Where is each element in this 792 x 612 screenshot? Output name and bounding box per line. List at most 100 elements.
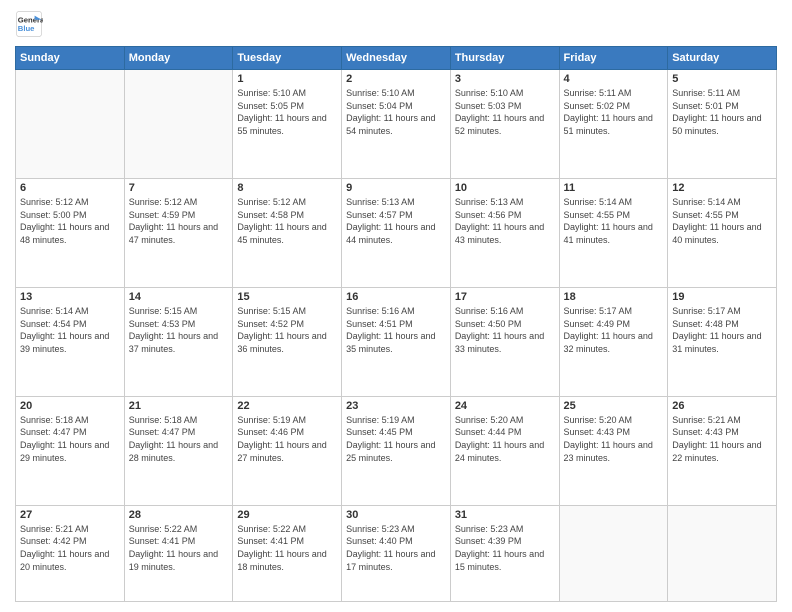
calendar-table: SundayMondayTuesdayWednesdayThursdayFrid…	[15, 46, 777, 602]
weekday-header-sunday: Sunday	[16, 47, 125, 70]
day-number: 6	[20, 182, 120, 194]
day-info: Sunrise: 5:13 AM Sunset: 4:56 PM Dayligh…	[455, 196, 555, 246]
calendar-cell: 29Sunrise: 5:22 AM Sunset: 4:41 PM Dayli…	[233, 505, 342, 601]
day-number: 23	[346, 400, 446, 412]
weekday-header-friday: Friday	[559, 47, 668, 70]
day-number: 26	[672, 400, 772, 412]
day-number: 16	[346, 291, 446, 303]
day-info: Sunrise: 5:16 AM Sunset: 4:51 PM Dayligh…	[346, 305, 446, 355]
calendar-cell: 14 Sunrise: 5:15 AM Sunset: 4:53 PM Dayli…	[124, 287, 233, 396]
day-number: 31	[455, 509, 555, 521]
day-info: Sunrise: 5:15 AM Sunset: 4:53 PM Dayligh…	[129, 305, 229, 355]
weekday-header-monday: Monday	[124, 47, 233, 70]
calendar-week-2: 6 Sunrise: 5:12 AM Sunset: 5:00 PM Daylig…	[16, 178, 777, 287]
calendar-cell: 9Sunrise: 5:13 AM Sunset: 4:57 PM Daylig…	[342, 178, 451, 287]
day-info: Sunrise: 5:16 AM Sunset: 4:50 PM Dayligh…	[455, 305, 555, 355]
header: General Blue	[15, 10, 777, 38]
calendar-cell: 15 Sunrise: 5:15 AM Sunset: 4:52 PM Dayli…	[233, 287, 342, 396]
calendar-cell: 18 Sunrise: 5:17 AM Sunset: 4:49 PM Dayli…	[559, 287, 668, 396]
day-info: Sunrise: 5:17 AM Sunset: 4:49 PM Dayligh…	[564, 305, 664, 355]
calendar-week-4: 20 Sunrise: 5:18 AM Sunset: 4:47 PM Dayli…	[16, 396, 777, 505]
day-info: Sunrise: 5:11 AM Sunset: 5:02 PM Dayligh…	[564, 87, 664, 137]
day-number: 20	[20, 400, 120, 412]
calendar-cell: 27 Sunrise: 5:21 AM Sunset: 4:42 PM Dayli…	[16, 505, 125, 601]
calendar-cell: 31 Sunrise: 5:23 AM Sunset: 4:39 PM Dayli…	[450, 505, 559, 601]
calendar-cell: 6 Sunrise: 5:12 AM Sunset: 5:00 PM Daylig…	[16, 178, 125, 287]
day-number: 29	[237, 509, 337, 521]
calendar-cell: 23 Sunrise: 5:19 AM Sunset: 4:45 PM Dayli…	[342, 396, 451, 505]
day-number: 13	[20, 291, 120, 303]
day-info: Sunrise: 5:11 AM Sunset: 5:01 PM Dayligh…	[672, 87, 772, 137]
calendar-week-5: 27 Sunrise: 5:21 AM Sunset: 4:42 PM Dayli…	[16, 505, 777, 601]
day-number: 27	[20, 509, 120, 521]
calendar-cell: 26 Sunrise: 5:21 AM Sunset: 4:43 PM Dayli…	[668, 396, 777, 505]
day-info: Sunrise: 5:20 AM Sunset: 4:43 PM Dayligh…	[564, 414, 664, 464]
logo-icon: General Blue	[15, 10, 43, 38]
calendar-cell: 5 Sunrise: 5:11 AM Sunset: 5:01 PM Daylig…	[668, 70, 777, 179]
calendar-cell: 4Sunrise: 5:11 AM Sunset: 5:02 PM Daylig…	[559, 70, 668, 179]
day-info: Sunrise: 5:15 AM Sunset: 4:52 PM Dayligh…	[237, 305, 337, 355]
day-info: Sunrise: 5:18 AM Sunset: 4:47 PM Dayligh…	[129, 414, 229, 464]
day-number: 12	[672, 182, 772, 194]
day-number: 19	[672, 291, 772, 303]
day-info: Sunrise: 5:21 AM Sunset: 4:42 PM Dayligh…	[20, 523, 120, 573]
day-info: Sunrise: 5:13 AM Sunset: 4:57 PM Dayligh…	[346, 196, 446, 246]
calendar-cell: 19 Sunrise: 5:17 AM Sunset: 4:48 PM Dayli…	[668, 287, 777, 396]
day-number: 8	[237, 182, 337, 194]
day-number: 30	[346, 509, 446, 521]
calendar-cell: 21Sunrise: 5:18 AM Sunset: 4:47 PM Dayli…	[124, 396, 233, 505]
day-info: Sunrise: 5:12 AM Sunset: 5:00 PM Dayligh…	[20, 196, 120, 246]
calendar-cell: 30 Sunrise: 5:23 AM Sunset: 4:40 PM Dayli…	[342, 505, 451, 601]
day-number: 18	[564, 291, 664, 303]
day-info: Sunrise: 5:12 AM Sunset: 4:59 PM Dayligh…	[129, 196, 229, 246]
logo: General Blue	[15, 10, 43, 38]
weekday-header-thursday: Thursday	[450, 47, 559, 70]
page: General Blue SundayMondayTuesdayWednesda…	[0, 0, 792, 612]
svg-text:General: General	[18, 16, 43, 25]
weekday-header-row: SundayMondayTuesdayWednesdayThursdayFrid…	[16, 47, 777, 70]
day-number: 24	[455, 400, 555, 412]
calendar-cell: 8 Sunrise: 5:12 AM Sunset: 4:58 PM Daylig…	[233, 178, 342, 287]
calendar-cell: 11Sunrise: 5:14 AM Sunset: 4:55 PM Dayli…	[559, 178, 668, 287]
calendar-cell: 10 Sunrise: 5:13 AM Sunset: 4:56 PM Dayli…	[450, 178, 559, 287]
day-info: Sunrise: 5:12 AM Sunset: 4:58 PM Dayligh…	[237, 196, 337, 246]
day-info: Sunrise: 5:22 AM Sunset: 4:41 PM Dayligh…	[129, 523, 229, 573]
calendar-cell: 25Sunrise: 5:20 AM Sunset: 4:43 PM Dayli…	[559, 396, 668, 505]
calendar-week-1: 1Sunrise: 5:10 AM Sunset: 5:05 PM Daylig…	[16, 70, 777, 179]
day-number: 5	[672, 73, 772, 85]
day-number: 2	[346, 73, 446, 85]
weekday-header-tuesday: Tuesday	[233, 47, 342, 70]
day-info: Sunrise: 5:14 AM Sunset: 4:55 PM Dayligh…	[672, 196, 772, 246]
calendar-cell: 12 Sunrise: 5:14 AM Sunset: 4:55 PM Dayli…	[668, 178, 777, 287]
day-number: 15	[237, 291, 337, 303]
day-number: 22	[237, 400, 337, 412]
day-info: Sunrise: 5:21 AM Sunset: 4:43 PM Dayligh…	[672, 414, 772, 464]
calendar-cell: 3Sunrise: 5:10 AM Sunset: 5:03 PM Daylig…	[450, 70, 559, 179]
day-info: Sunrise: 5:18 AM Sunset: 4:47 PM Dayligh…	[20, 414, 120, 464]
day-info: Sunrise: 5:14 AM Sunset: 4:54 PM Dayligh…	[20, 305, 120, 355]
day-number: 14	[129, 291, 229, 303]
day-number: 1	[237, 73, 337, 85]
svg-text:Blue: Blue	[18, 24, 35, 33]
calendar-cell: 2Sunrise: 5:10 AM Sunset: 5:04 PM Daylig…	[342, 70, 451, 179]
day-number: 17	[455, 291, 555, 303]
calendar-cell: 22 Sunrise: 5:19 AM Sunset: 4:46 PM Dayli…	[233, 396, 342, 505]
day-number: 10	[455, 182, 555, 194]
day-info: Sunrise: 5:23 AM Sunset: 4:40 PM Dayligh…	[346, 523, 446, 573]
day-info: Sunrise: 5:17 AM Sunset: 4:48 PM Dayligh…	[672, 305, 772, 355]
calendar-cell: 28 Sunrise: 5:22 AM Sunset: 4:41 PM Dayli…	[124, 505, 233, 601]
day-info: Sunrise: 5:19 AM Sunset: 4:45 PM Dayligh…	[346, 414, 446, 464]
calendar-cell: 1Sunrise: 5:10 AM Sunset: 5:05 PM Daylig…	[233, 70, 342, 179]
weekday-header-wednesday: Wednesday	[342, 47, 451, 70]
day-number: 11	[564, 182, 664, 194]
calendar-cell: 24Sunrise: 5:20 AM Sunset: 4:44 PM Dayli…	[450, 396, 559, 505]
calendar-cell: 16 Sunrise: 5:16 AM Sunset: 4:51 PM Dayli…	[342, 287, 451, 396]
day-info: Sunrise: 5:23 AM Sunset: 4:39 PM Dayligh…	[455, 523, 555, 573]
calendar-cell	[668, 505, 777, 601]
day-info: Sunrise: 5:19 AM Sunset: 4:46 PM Dayligh…	[237, 414, 337, 464]
day-number: 28	[129, 509, 229, 521]
calendar-cell	[16, 70, 125, 179]
calendar-cell: 20 Sunrise: 5:18 AM Sunset: 4:47 PM Dayli…	[16, 396, 125, 505]
weekday-header-saturday: Saturday	[668, 47, 777, 70]
day-number: 7	[129, 182, 229, 194]
